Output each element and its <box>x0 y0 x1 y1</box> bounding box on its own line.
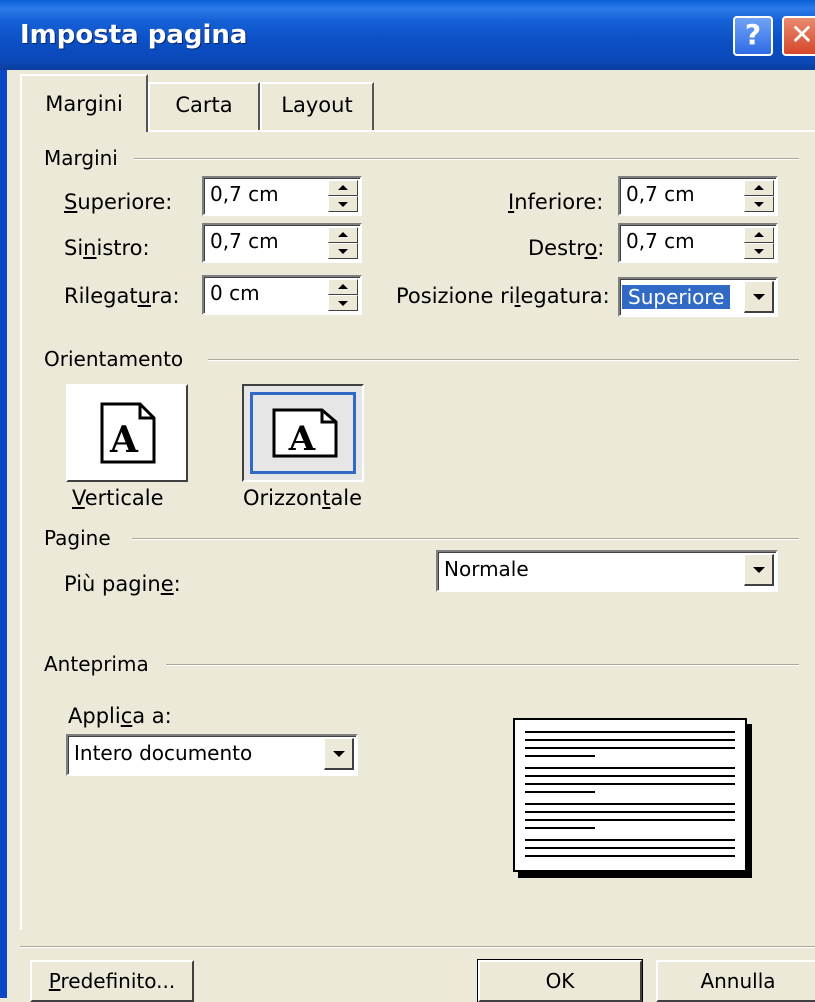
orizzontale-label: Orizzontale <box>243 486 363 510</box>
sinistro-spinner[interactable] <box>328 227 358 259</box>
posizione-rilegatura-value: Superiore <box>622 285 731 309</box>
verticale-button[interactable]: A <box>66 384 188 482</box>
window-border <box>0 70 7 998</box>
posizione-rilegatura-label: Posizione rilegatura: <box>396 284 610 308</box>
window-title: Imposta pagina <box>20 20 248 50</box>
piu-pagine-label: Più pagine: <box>64 572 181 596</box>
destro-spinner[interactable] <box>744 227 774 259</box>
landscape-page-icon: A <box>272 408 338 458</box>
anteprima-group-rule <box>166 664 799 666</box>
close-icon[interactable]: ✕ <box>782 16 815 56</box>
help-icon[interactable]: ? <box>733 16 773 56</box>
title-bar: Imposta pagina ? ✕ <box>0 0 815 70</box>
applica-a-label: Applica a: <box>68 704 172 728</box>
sinistro-label: Sinistro: <box>64 236 150 260</box>
applica-a-value: Intero documento <box>74 741 253 765</box>
inferiore-field[interactable]: 0,7 cm <box>618 176 778 216</box>
pagine-group-rule <box>132 538 799 540</box>
superiore-label: Superiore: <box>64 190 173 214</box>
svg-text:A: A <box>109 419 139 461</box>
sinistro-value: 0,7 cm <box>210 229 279 253</box>
superiore-spinner[interactable] <box>328 180 358 212</box>
preview-text-lines <box>525 731 735 857</box>
tab-layout[interactable]: Layout <box>260 82 374 130</box>
destro-value: 0,7 cm <box>626 229 695 253</box>
margini-group-rule <box>134 158 799 160</box>
rilegatura-label: Rilegatura: <box>64 284 180 308</box>
orientamento-group-title: Orientamento <box>44 347 184 371</box>
destro-label: Destro: <box>528 236 605 260</box>
annulla-button[interactable]: Annulla <box>656 960 815 1002</box>
rilegatura-value: 0 cm <box>210 281 260 305</box>
predefinito-button[interactable]: Predefinito... <box>30 960 194 1002</box>
sinistro-field[interactable]: 0,7 cm <box>202 223 362 263</box>
pagine-group-title: Pagine <box>44 526 111 550</box>
rilegatura-spinner[interactable] <box>328 279 358 311</box>
svg-text:A: A <box>288 419 316 458</box>
ok-button[interactable]: OK <box>477 959 643 1002</box>
piu-pagine-dropdown[interactable]: Normale <box>436 550 778 592</box>
chevron-down-icon[interactable] <box>744 281 774 313</box>
inferiore-label: Inferiore: <box>508 190 604 214</box>
superiore-field[interactable]: 0,7 cm <box>202 176 362 216</box>
piu-pagine-value: Normale <box>444 557 529 581</box>
superiore-value: 0,7 cm <box>210 182 279 206</box>
rilegatura-field[interactable]: 0 cm <box>202 275 362 315</box>
tab-margini[interactable]: Margini <box>20 74 148 132</box>
portrait-page-icon: A <box>100 402 156 464</box>
applica-a-dropdown[interactable]: Intero documento <box>66 734 358 776</box>
chevron-down-icon[interactable] <box>744 554 774 586</box>
footer-divider <box>20 946 815 948</box>
destro-field[interactable]: 0,7 cm <box>618 223 778 263</box>
chevron-down-icon[interactable] <box>324 738 354 770</box>
inferiore-value: 0,7 cm <box>626 182 695 206</box>
preview-page <box>513 718 747 872</box>
verticale-label: Verticale <box>72 486 164 510</box>
posizione-rilegatura-dropdown[interactable]: Superiore <box>618 277 778 317</box>
anteprima-group-title: Anteprima <box>44 652 149 676</box>
inferiore-spinner[interactable] <box>744 180 774 212</box>
tab-carta[interactable]: Carta <box>148 82 260 130</box>
orientamento-group-rule <box>208 359 799 361</box>
orizzontale-button[interactable]: A <box>242 384 364 482</box>
margini-group-title: Margini <box>44 146 118 170</box>
